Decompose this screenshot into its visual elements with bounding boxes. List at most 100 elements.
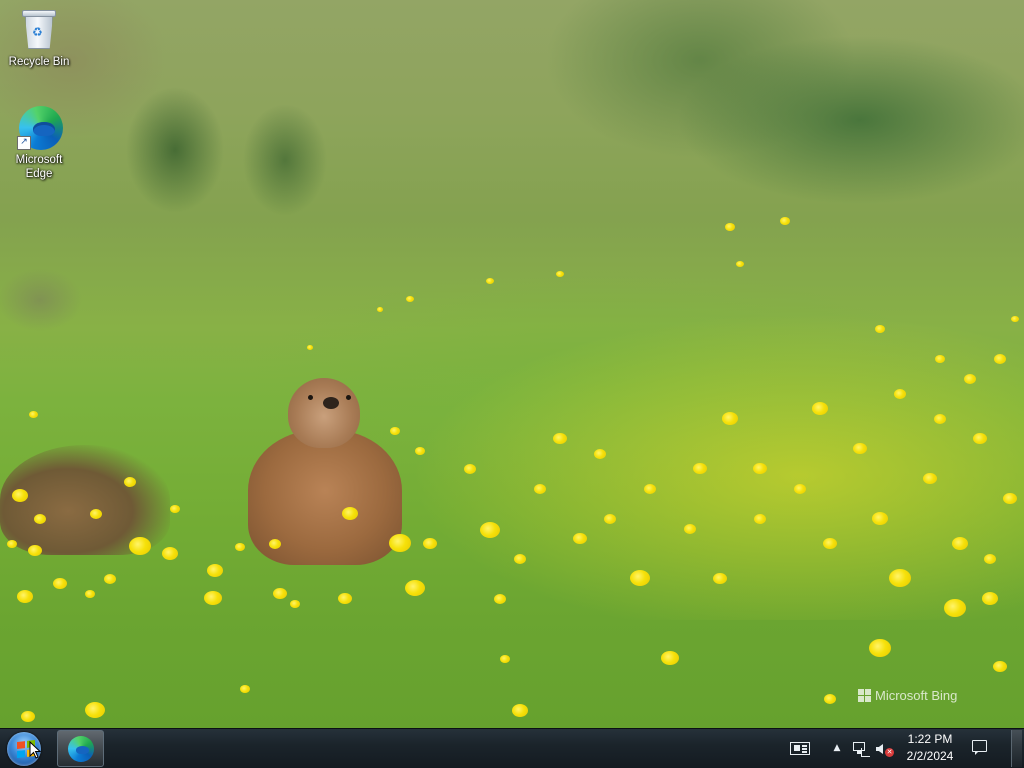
- flower-73: [780, 217, 790, 225]
- flower-34: [573, 533, 587, 544]
- flower-67: [85, 702, 105, 718]
- flower-62: [984, 554, 996, 564]
- taskbar-button-edge[interactable]: [57, 730, 104, 767]
- flower-41: [753, 463, 767, 474]
- marmot-eye-right: [346, 395, 351, 400]
- bing-watermark: Microsoft Bing: [858, 688, 957, 703]
- flower-47: [853, 443, 867, 454]
- flower-76: [377, 307, 383, 312]
- volume-muted-icon[interactable]: ✕: [874, 739, 894, 757]
- flower-23: [423, 538, 437, 549]
- flower-43: [713, 573, 727, 584]
- flower-17: [269, 539, 281, 549]
- flower-1: [12, 489, 28, 502]
- flower-42: [754, 514, 766, 524]
- flower-78: [736, 261, 744, 267]
- flower-35: [630, 570, 650, 586]
- flower-75: [406, 296, 414, 302]
- desktop-icon-label: Microsoft Edge: [15, 154, 63, 180]
- flower-39: [684, 524, 696, 534]
- flower-37: [644, 484, 656, 494]
- flower-48: [872, 512, 888, 525]
- flower-31: [534, 484, 546, 494]
- flower-46: [812, 402, 828, 415]
- flower-77: [556, 271, 564, 277]
- bing-watermark-text: Microsoft Bing: [875, 688, 958, 703]
- marmot-nose: [323, 397, 339, 409]
- marmot-head: [288, 378, 360, 448]
- flower-49: [889, 569, 911, 587]
- flower-3: [7, 540, 17, 548]
- flower-27: [480, 522, 500, 538]
- flower-15: [204, 591, 222, 605]
- flower-55: [1003, 493, 1017, 504]
- flower-16: [235, 543, 245, 551]
- flower-54: [973, 433, 987, 444]
- flower-74: [486, 278, 494, 284]
- desktop-icon-recycle-bin[interactable]: ♻ Recycle Bin: [4, 8, 74, 69]
- shortcut-arrow-icon: ↗: [17, 136, 31, 150]
- flower-10: [104, 574, 116, 584]
- flower-63: [869, 639, 891, 657]
- flower-51: [952, 537, 968, 550]
- notification-icon[interactable]: [970, 738, 990, 758]
- flower-58: [935, 355, 945, 363]
- flower-9: [162, 547, 178, 560]
- flower-4: [28, 545, 42, 556]
- desktop-wallpaper: Microsoft Bing: [0, 0, 1024, 728]
- flower-0: [28, 410, 38, 418]
- flower-field: [380, 300, 1024, 620]
- flower-79: [307, 345, 313, 350]
- flower-2: [34, 514, 46, 524]
- flower-32: [553, 433, 567, 444]
- flower-53: [982, 592, 998, 605]
- recycle-bin-icon: ♻: [17, 8, 61, 52]
- mouse-pointer-icon: [29, 741, 41, 759]
- flower-33: [594, 449, 606, 459]
- flower-22: [389, 534, 411, 552]
- flower-65: [500, 655, 510, 663]
- desktop-icon-microsoft-edge[interactable]: ↗ Microsoft Edge: [4, 106, 74, 181]
- network-icon[interactable]: [850, 739, 870, 757]
- flower-40: [722, 412, 738, 425]
- flower-60: [875, 325, 885, 333]
- flower-20: [338, 593, 352, 604]
- taskbar: ▲ ✕ 1:22 PM 2/2/2024: [0, 728, 1024, 768]
- flower-28: [514, 554, 526, 564]
- news-and-interests-icon[interactable]: [789, 739, 813, 757]
- flower-36: [604, 514, 616, 524]
- taskbar-clock[interactable]: 1:22 PM 2/2/2024: [900, 731, 960, 767]
- desktop[interactable]: Microsoft Bing ♻ Recycle Bin ↗ Microsoft…: [0, 0, 1024, 768]
- flower-56: [994, 354, 1006, 364]
- flower-25: [390, 427, 400, 435]
- flower-21: [342, 507, 358, 520]
- desktop-icon-label: Recycle Bin: [8, 56, 70, 68]
- flower-64: [661, 651, 679, 665]
- chevron-up-icon[interactable]: ▲: [830, 739, 844, 757]
- flower-13: [85, 590, 95, 598]
- flower-44: [794, 484, 806, 494]
- flower-68: [21, 711, 35, 722]
- flower-80: [1011, 316, 1019, 322]
- flower-12: [17, 590, 33, 603]
- flower-69: [240, 685, 250, 693]
- edge-icon: ↗: [17, 106, 63, 150]
- clock-date: 2/2/2024: [906, 749, 954, 763]
- flower-5: [124, 477, 136, 487]
- flower-71: [993, 661, 1007, 672]
- flower-52: [944, 599, 966, 617]
- flower-7: [170, 505, 180, 513]
- bing-logo-icon: [858, 689, 871, 702]
- flower-59: [894, 389, 906, 399]
- flower-11: [53, 578, 67, 589]
- clock-time: 1:22 PM: [907, 732, 953, 746]
- flower-70: [824, 694, 836, 704]
- show-desktop-button[interactable]: [1011, 730, 1022, 767]
- flower-66: [512, 704, 528, 717]
- flower-50: [923, 473, 937, 484]
- flower-57: [964, 374, 976, 384]
- flower-6: [90, 509, 102, 519]
- flower-14: [207, 564, 223, 577]
- flower-29: [494, 594, 506, 604]
- flower-24: [405, 580, 425, 596]
